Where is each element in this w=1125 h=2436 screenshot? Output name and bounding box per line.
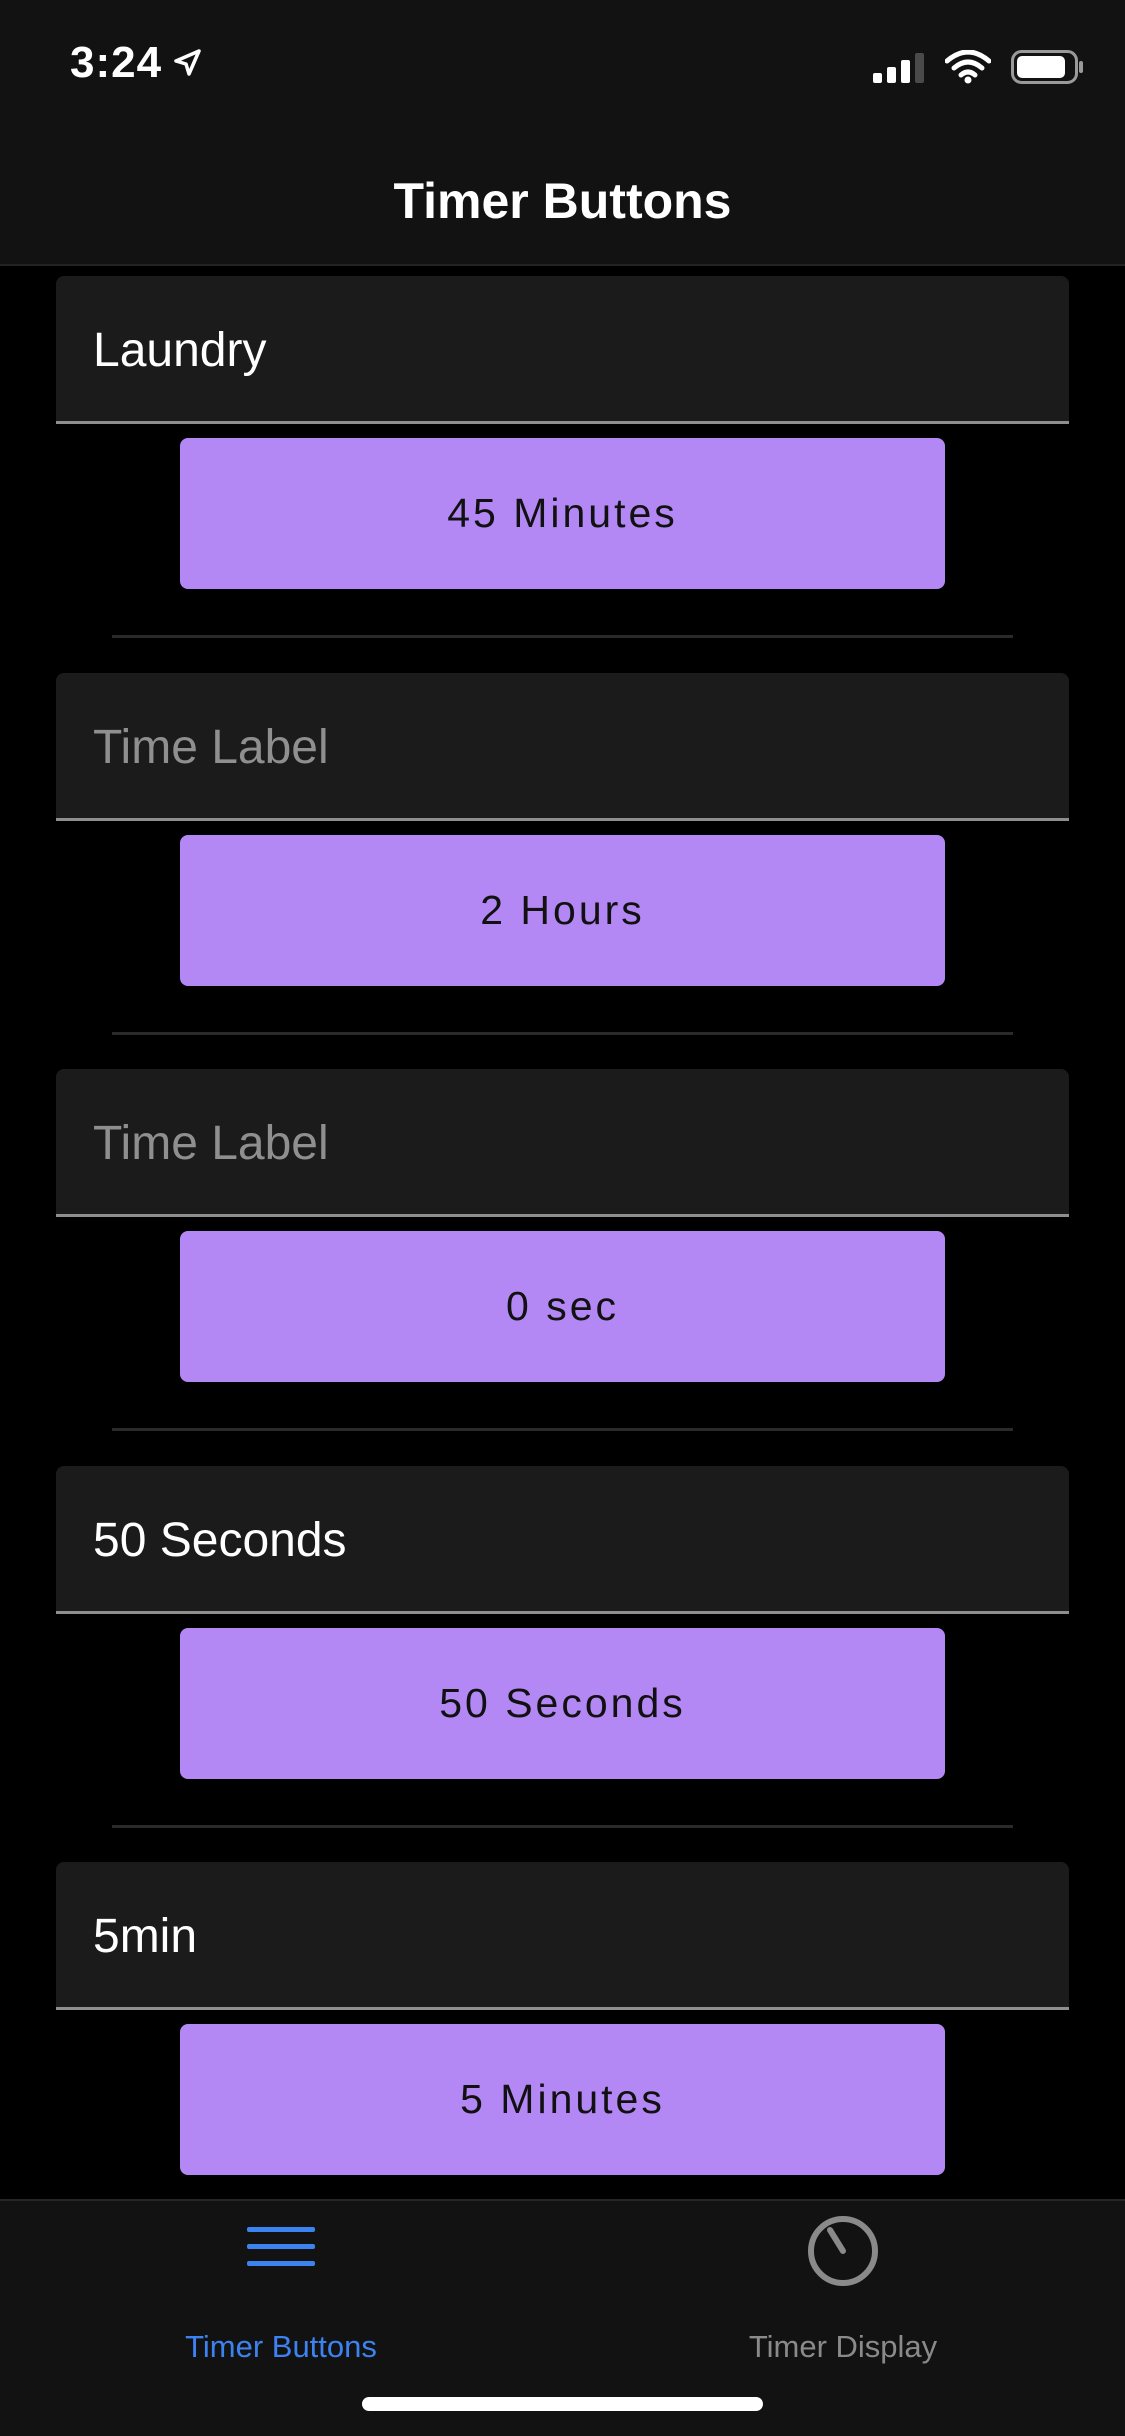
group-divider bbox=[112, 1428, 1013, 1431]
time-label-placeholder: Time Label bbox=[93, 721, 329, 774]
timer-group: Laundry 45 Minutes bbox=[0, 266, 1125, 663]
battery-icon bbox=[1011, 50, 1083, 84]
time-label-value: Laundry bbox=[93, 324, 267, 377]
status-icons bbox=[873, 50, 1085, 84]
timer-button[interactable]: 2 Hours bbox=[180, 835, 945, 986]
timer-button[interactable]: 45 Minutes bbox=[180, 438, 945, 589]
time-label-field[interactable]: Laundry bbox=[56, 276, 1069, 424]
tab-timer-buttons[interactable]: Timer Buttons bbox=[0, 2201, 562, 2371]
timer-button[interactable]: 50 Seconds bbox=[180, 1628, 945, 1779]
group-divider bbox=[112, 1032, 1013, 1035]
timer-group: Time Label 2 Hours bbox=[0, 663, 1125, 1060]
group-divider bbox=[112, 635, 1013, 638]
timer-group: 50 Seconds 50 Seconds bbox=[0, 1456, 1125, 1853]
timer-list[interactable]: Laundry 45 Minutes Time Label 2 Hours Ti… bbox=[0, 266, 1125, 2199]
home-indicator[interactable] bbox=[362, 2397, 763, 2411]
timer-group: Time Label 0 sec bbox=[0, 1059, 1125, 1456]
tab-timer-display[interactable]: Timer Display bbox=[562, 2201, 1124, 2371]
timer-group: 5min 5 Minutes bbox=[0, 1852, 1125, 2199]
time-label-field[interactable]: 50 Seconds bbox=[56, 1466, 1069, 1614]
status-time-text: 3:24 bbox=[70, 38, 163, 87]
time-label-field[interactable]: Time Label bbox=[56, 1069, 1069, 1217]
wifi-icon bbox=[945, 50, 991, 84]
tab-label: Timer Display bbox=[748, 2329, 938, 2364]
time-label-placeholder: Time Label bbox=[93, 1117, 329, 1170]
nav-header: Timer Buttons bbox=[0, 132, 1125, 266]
location-arrow-icon bbox=[174, 49, 201, 76]
cellular-signal-icon bbox=[873, 53, 924, 83]
tab-label: Timer Buttons bbox=[185, 2329, 377, 2364]
timer-button[interactable]: 0 sec bbox=[180, 1231, 945, 1382]
page-title: Timer Buttons bbox=[393, 173, 732, 229]
time-label-field[interactable]: Time Label bbox=[56, 673, 1069, 821]
time-label-value: 5min bbox=[93, 1910, 198, 1963]
menu-lines-icon bbox=[247, 2227, 315, 2266]
status-time: 3:24 bbox=[70, 38, 202, 88]
timer-dial-icon bbox=[808, 2216, 878, 2286]
group-divider bbox=[112, 1825, 1013, 1828]
timer-button[interactable]: 5 Minutes bbox=[180, 2024, 945, 2175]
time-label-field[interactable]: 5min bbox=[56, 1862, 1069, 2010]
status-bar: 3:24 bbox=[0, 0, 1125, 132]
time-label-value: 50 Seconds bbox=[93, 1514, 347, 1567]
